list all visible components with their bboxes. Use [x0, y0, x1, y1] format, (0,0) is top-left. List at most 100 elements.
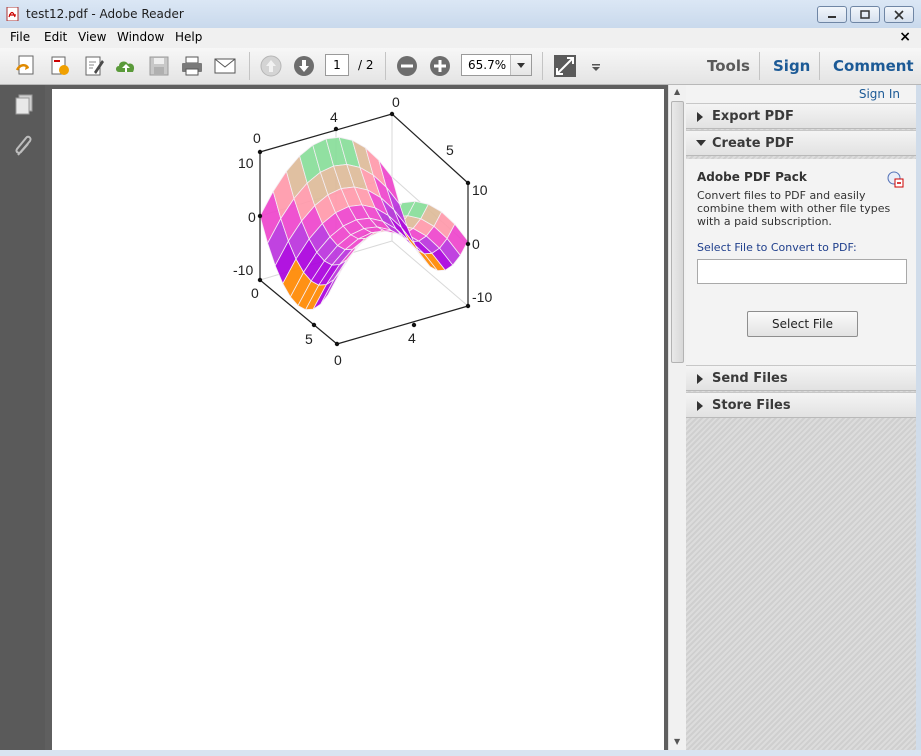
create-pdf-icon[interactable]	[14, 54, 38, 78]
sign-in-bar: Sign In	[686, 85, 916, 103]
export-pdf-section[interactable]: Export PDF	[686, 103, 916, 129]
toolbar-separator	[249, 52, 250, 80]
tick-label: 0	[472, 236, 480, 252]
toolbar: 1 / 2 65.7% Tools Sign Comment	[0, 48, 921, 85]
fit-page-icon[interactable]	[553, 54, 577, 78]
tick-mark	[257, 149, 263, 155]
minimize-button[interactable]	[817, 6, 847, 23]
menu-file[interactable]: File	[10, 30, 30, 44]
close-document-icon[interactable]: ×	[899, 29, 911, 45]
tick-label: 0	[334, 352, 342, 368]
pdf-file-icon	[6, 7, 19, 21]
sign-tab[interactable]: Sign	[773, 57, 810, 75]
edit-document-icon[interactable]	[82, 54, 106, 78]
select-file-button[interactable]: Select File	[747, 311, 858, 337]
window-border	[916, 85, 921, 750]
axis-edge	[336, 305, 469, 345]
scroll-up-icon[interactable]: ▲	[674, 87, 680, 96]
toolbar-separator	[385, 52, 386, 80]
send-files-section[interactable]: Send Files	[686, 365, 916, 391]
tick-mark	[465, 303, 471, 309]
save-icon[interactable]	[147, 54, 171, 78]
tick-label: 5	[446, 142, 454, 158]
upload-cloud-icon[interactable]	[114, 54, 138, 78]
tick-mark	[465, 180, 471, 186]
maximize-button[interactable]	[850, 6, 880, 23]
expand-arrow-icon	[697, 401, 703, 411]
title-bar: test12.pdf - Adobe Reader	[0, 0, 921, 28]
tick-label: 0	[392, 94, 400, 110]
tick-label: -10	[233, 262, 253, 278]
toolbar-separator	[759, 52, 760, 80]
scrollbar-thumb[interactable]	[671, 101, 684, 363]
collapse-arrow-icon	[696, 140, 706, 146]
scroll-down-icon[interactable]: ▼	[674, 737, 680, 746]
select-file-label: Select File to Convert to PDF:	[697, 241, 857, 254]
zoom-in-icon[interactable]	[428, 54, 452, 78]
page-thumbnails-icon[interactable]	[13, 93, 35, 117]
zoom-select[interactable]: 65.7%	[461, 54, 532, 76]
tick-label: 4	[330, 109, 338, 125]
store-files-section[interactable]: Store Files	[686, 392, 916, 418]
store-files-label: Store Files	[712, 398, 791, 413]
tick-label: 4	[408, 330, 416, 346]
page-number-input[interactable]: 1	[325, 54, 349, 76]
zoom-out-icon[interactable]	[395, 54, 419, 78]
file-path-input[interactable]	[697, 259, 907, 284]
tick-label: 0	[253, 130, 261, 146]
email-icon[interactable]	[213, 54, 237, 78]
tick-mark	[465, 241, 471, 247]
close-window-button[interactable]	[884, 6, 914, 23]
window-bottom-border	[0, 750, 921, 756]
menu-window[interactable]: Window	[117, 30, 164, 44]
tick-label: 0	[248, 209, 256, 225]
toolbar-separator	[542, 52, 543, 80]
comment-tab[interactable]: Comment	[833, 57, 914, 75]
send-files-label: Send Files	[712, 371, 788, 386]
tick-mark	[333, 126, 339, 132]
toolbar-options-icon[interactable]	[588, 54, 612, 78]
chevron-down-icon	[517, 63, 525, 68]
tick-mark	[257, 213, 263, 219]
create-pdf-section[interactable]: Create PDF	[686, 130, 916, 156]
toolbar-separator	[819, 52, 820, 80]
tick-mark	[411, 322, 417, 328]
create-pdf-panel: Adobe PDF Pack Convert files to PDF and …	[686, 159, 916, 366]
menu-bar: File Edit View Window Help ×	[0, 28, 921, 49]
window-title: test12.pdf - Adobe Reader	[26, 7, 184, 21]
previous-page-icon[interactable]	[259, 54, 283, 78]
create-pdf-label: Create PDF	[712, 136, 795, 151]
tick-mark	[311, 322, 317, 328]
expand-arrow-icon	[697, 112, 703, 122]
expand-arrow-icon	[697, 374, 703, 384]
tools-tab[interactable]: Tools	[707, 57, 750, 75]
export-pdf-label: Export PDF	[712, 109, 794, 124]
combine-pdf-icon[interactable]	[48, 54, 72, 78]
navigation-pane	[0, 85, 45, 756]
sign-in-link[interactable]: Sign In	[859, 87, 900, 101]
menu-help[interactable]: Help	[175, 30, 202, 44]
axis-edge	[391, 113, 469, 184]
document-scrollbar[interactable]: ▲ ▼	[668, 85, 687, 750]
menu-view[interactable]: View	[78, 30, 106, 44]
zoom-dropdown-button[interactable]	[510, 55, 531, 75]
tick-mark	[257, 277, 263, 283]
tick-mark	[334, 341, 340, 347]
next-page-icon[interactable]	[292, 54, 316, 78]
zoom-value: 65.7%	[468, 58, 507, 72]
pdf-pack-description: Convert files to PDF and easily combine …	[697, 189, 891, 228]
surface-plot: 0 4 0 5 10 0 -10 10 0 -10 0 5 0 4	[233, 94, 492, 368]
pdf-pack-heading: Adobe PDF Pack	[697, 170, 807, 184]
pdf-pack-icon[interactable]	[886, 170, 904, 188]
tick-label: 5	[305, 331, 313, 347]
pdf-page: 0 4 0 5 10 0 -10 10 0 -10 0 5 0 4	[52, 89, 664, 750]
tick-mark	[389, 111, 395, 117]
tools-pane: Sign In Export PDF Create PDF Adobe PDF …	[686, 85, 916, 750]
tick-label: 0	[251, 285, 259, 301]
print-icon[interactable]	[180, 54, 204, 78]
tick-label: 10	[472, 182, 488, 198]
page-total: / 2	[358, 58, 374, 72]
attachments-icon[interactable]	[13, 135, 35, 159]
tick-label: -10	[472, 289, 492, 305]
menu-edit[interactable]: Edit	[44, 30, 67, 44]
